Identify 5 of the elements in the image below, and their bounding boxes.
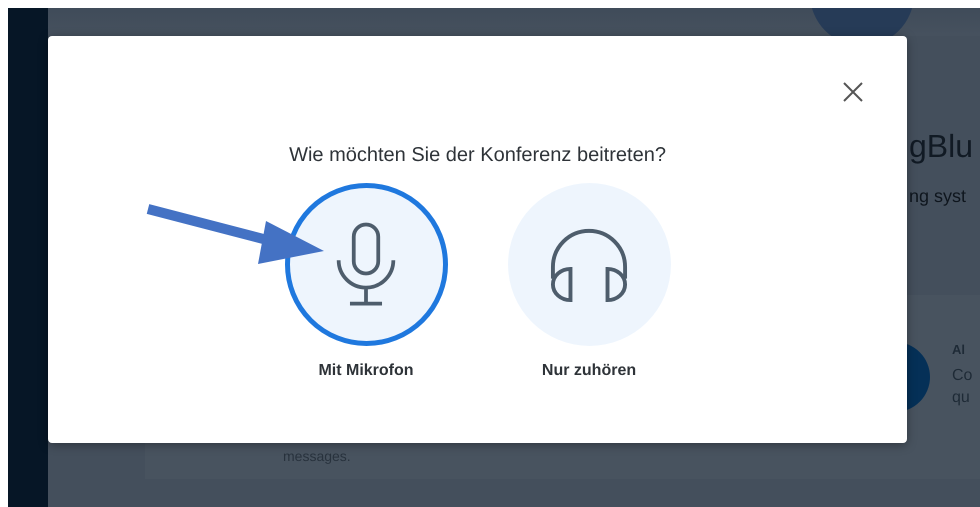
option-label: Nur zuhören: [542, 362, 636, 380]
page-subtitle: ng syst: [909, 186, 968, 207]
page-title: gBlu: [909, 127, 974, 166]
dialog-title: Wie möchten Sie der Konferenz beitreten?: [289, 144, 666, 167]
option-label: Mit Mikrofon: [318, 362, 414, 380]
